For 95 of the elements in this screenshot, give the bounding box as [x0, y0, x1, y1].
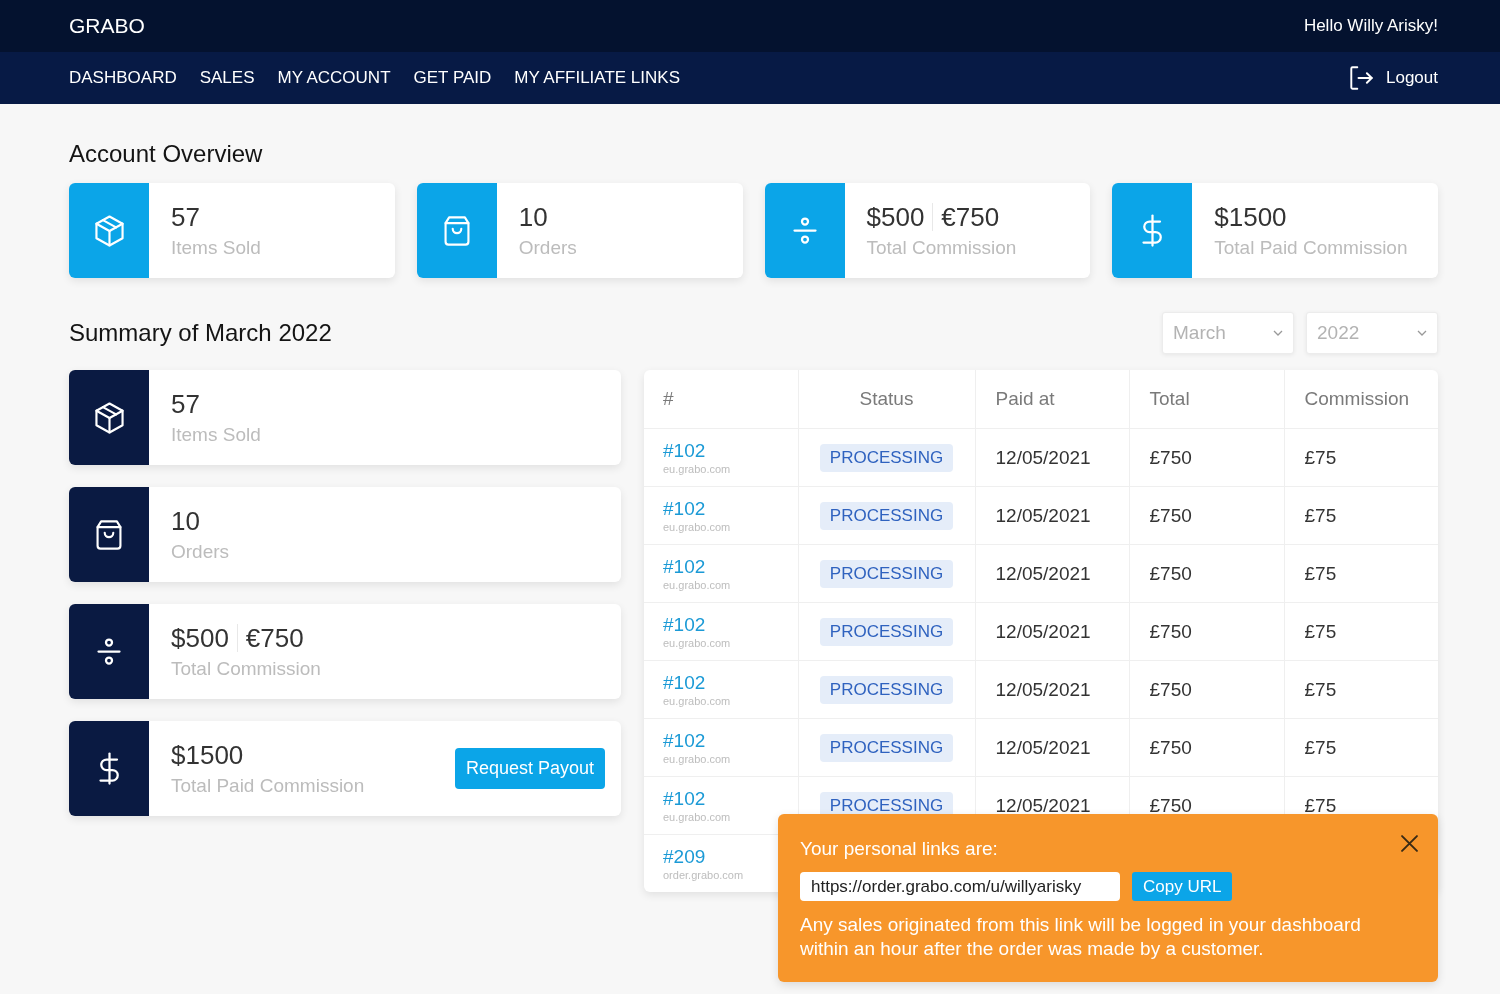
divide-icon — [792, 217, 817, 244]
stat-value: 10 — [171, 504, 200, 537]
order-link[interactable]: #102 — [663, 671, 706, 694]
logout-link[interactable]: Logout — [1350, 66, 1438, 90]
order-link[interactable]: #102 — [663, 729, 706, 752]
status-badge: PROCESSING — [819, 501, 954, 530]
year-select[interactable]: 2022 — [1306, 312, 1438, 354]
column-header: # — [663, 388, 674, 409]
table-cell: £75 — [1304, 794, 1337, 816]
table-cell: 12/05/2021 — [995, 794, 1091, 816]
table-cell: £750 — [1149, 678, 1192, 700]
cube-icon — [94, 401, 124, 434]
table-cell: £750 — [1149, 620, 1192, 642]
brand-logo: GRABO — [69, 14, 145, 38]
table-cell: £75 — [1304, 446, 1337, 468]
column-header: Status — [859, 388, 914, 409]
domain-text: eu.grabo.com — [663, 751, 731, 766]
table-cell: 12/05/2021 — [995, 562, 1091, 584]
stat-value: $1500 — [171, 738, 244, 771]
section-title: Account Overview — [69, 139, 263, 169]
table-cell: £750 — [1149, 562, 1192, 584]
table-cell: 12/05/2021 — [995, 446, 1091, 468]
domain-text: eu.grabo.com — [663, 635, 731, 650]
stat-label: Orders — [171, 539, 230, 564]
domain-text: eu.grabo.com — [663, 809, 731, 824]
popup-title: Your personal links are: — [800, 837, 998, 861]
table-cell: £75 — [1304, 562, 1337, 584]
stat-value: $500 — [866, 200, 925, 233]
request-payout-button[interactable]: Request Payout — [454, 748, 605, 789]
stat-value: €750 — [245, 621, 304, 654]
table-cell: 12/05/2021 — [995, 620, 1091, 642]
table-cell: £75 — [1304, 678, 1337, 700]
shopping-bag-icon — [443, 215, 470, 246]
stat-value: $1500 — [1214, 200, 1287, 233]
column-header: Commission — [1304, 388, 1410, 409]
column-header: Paid at — [995, 388, 1055, 409]
stat-label: Orders — [518, 235, 577, 260]
table-cell: 12/05/2021 — [995, 504, 1091, 526]
stat-label: Total Paid Commission — [171, 773, 365, 798]
table-cell: £750 — [1149, 794, 1192, 816]
greeting-text: Hello Willy Arisky! — [1303, 16, 1438, 36]
divide-icon — [97, 638, 121, 665]
month-select[interactable]: March — [1162, 312, 1294, 354]
url-field[interactable]: https://order.grabo.com/u/willyarisky — [800, 872, 1120, 901]
stat-label: Total Commission — [866, 235, 1017, 260]
stat-value: €750 — [941, 200, 1000, 233]
domain-text: eu.grabo.com — [663, 461, 731, 476]
order-link[interactable]: #102 — [663, 555, 706, 578]
logout-icon — [1350, 66, 1373, 90]
domain-text: eu.grabo.com — [663, 693, 731, 708]
order-link[interactable]: #102 — [663, 497, 706, 520]
nav-link[interactable]: GET PAID — [413, 68, 492, 88]
column-header: Total — [1149, 388, 1190, 409]
table-cell: £750 — [1149, 504, 1192, 526]
status-badge: PROCESSING — [819, 733, 954, 762]
nav-link[interactable]: SALES — [199, 68, 255, 88]
nav-link[interactable]: MY ACCOUNT — [277, 68, 391, 88]
stat-value: 57 — [171, 200, 200, 233]
nav-link[interactable]: DASHBOARD — [69, 68, 177, 88]
dollar-icon — [98, 752, 120, 785]
stat-value: 10 — [518, 200, 548, 233]
stat-label: Total Commission — [171, 656, 321, 681]
table-cell: £75 — [1304, 620, 1337, 642]
chevron-icon — [1273, 330, 1283, 336]
table-cell: 12/05/2021 — [995, 678, 1091, 700]
domain-text: order.grabo.com — [663, 867, 744, 882]
stat-label: Items Sold — [171, 235, 261, 260]
stat-value: $500 — [171, 621, 229, 654]
order-link[interactable]: #102 — [663, 613, 706, 636]
cube-icon — [94, 214, 124, 247]
domain-text: eu.grabo.com — [663, 577, 731, 592]
status-badge: PROCESSING — [819, 559, 954, 588]
dollar-icon — [1141, 214, 1163, 247]
domain-text: eu.grabo.com — [663, 519, 731, 534]
status-badge: PROCESSING — [819, 443, 954, 472]
nav-link[interactable]: MY AFFILIATE LINKS — [514, 68, 680, 88]
status-badge: PROCESSING — [819, 617, 954, 646]
copy-url-button[interactable]: Copy URL — [1132, 872, 1233, 901]
shopping-bag-icon — [96, 519, 122, 550]
stat-value: 57 — [171, 387, 200, 420]
table-cell: £75 — [1304, 504, 1337, 526]
order-link[interactable]: #209 — [663, 845, 706, 868]
status-badge: PROCESSING — [819, 675, 954, 704]
chevron-icon — [1417, 330, 1427, 336]
table-cell: £750 — [1149, 736, 1192, 758]
stat-label: Items Sold — [171, 422, 261, 447]
section-title: Summary of March 2022 — [69, 318, 332, 348]
table-cell: £750 — [1149, 446, 1192, 468]
order-link[interactable]: #102 — [663, 787, 706, 810]
table-cell: 12/05/2021 — [995, 736, 1091, 758]
table-cell: £75 — [1304, 736, 1337, 758]
popup-note: Any sales originated from this link will be logged in your dashboard within an hour after the order was made by a customer. — [800, 913, 1362, 961]
stat-label: Total Paid Commission — [1214, 235, 1408, 260]
order-link[interactable]: #102 — [663, 439, 706, 462]
close-icon[interactable] — [1401, 835, 1418, 852]
